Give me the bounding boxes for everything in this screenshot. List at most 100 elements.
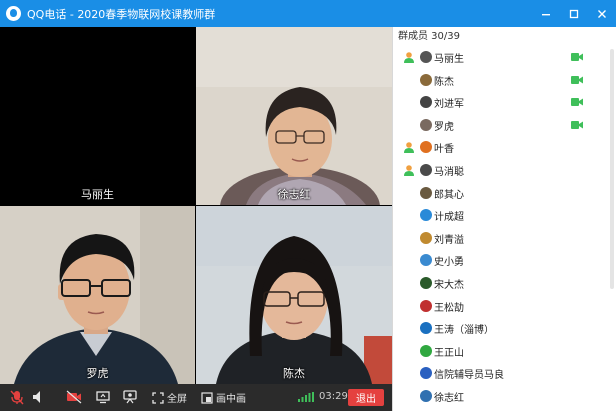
member-row[interactable]: 王松劼 [393,295,616,318]
call-toolbar: 全屏 画中画 03:29 退出 [0,384,392,411]
avatar [420,299,432,312]
avatar [420,163,432,176]
admin-badge-icon [404,142,414,154]
camera-toggle-button[interactable] [66,390,82,404]
title-separator: - [69,7,74,21]
window-controls [532,0,616,27]
picture-in-picture-button[interactable]: 画中画 [201,390,246,405]
app-name: QQ电话 [27,7,67,21]
camera-on-icon [571,120,583,129]
avatar [420,344,432,357]
video-tile-4[interactable]: 陈杰 [196,206,392,384]
member-row[interactable]: 信院辅导员马良 [393,362,616,385]
member-count: 群成员 30/39 [398,31,460,42]
close-icon [598,9,606,18]
admin-badge-icon [404,52,414,63]
member-row[interactable]: 史小勇 [393,249,616,272]
participant-name: 马丽生 [81,188,114,201]
participant-name: 徐志红 [277,188,311,201]
camera-on-icon [571,53,583,61]
camera-on-icon [571,75,583,84]
speaker-button[interactable] [32,390,44,404]
member-name: 史小勇 [434,257,464,269]
member-name: 计成超 [434,212,464,224]
video-tile-2[interactable]: 徐志红 [196,27,392,205]
presenter-icon [123,390,137,404]
fullscreen-label: 全屏 [167,394,187,405]
camera-off-icon [66,390,82,404]
member-name: 叶香 [434,144,454,156]
member-row[interactable]: 刘青溢 [393,227,616,250]
avatar [420,51,432,63]
minimize-button[interactable] [532,0,560,27]
video-tile-3[interactable]: 罗虎 [0,206,195,384]
pip-label: 画中画 [216,394,246,405]
member-name: 马消聪 [434,166,464,178]
avatar [420,141,432,154]
avatar [420,367,432,380]
participant-video [196,27,392,205]
avatar [420,209,432,222]
member-row[interactable]: 马丽生 [393,46,616,69]
call-timer: 03:29 [319,391,348,402]
screen-share-icon [96,391,110,404]
member-name: 刘青溢 [434,234,464,246]
exit-call-button[interactable]: 退出 [348,389,384,406]
member-row[interactable]: 罗虎 [393,114,616,137]
screen-share-button[interactable] [96,390,110,404]
avatar [420,389,432,402]
avatar [420,73,432,86]
member-name: 王正山 [434,347,464,359]
close-button[interactable] [588,0,616,27]
admin-badge-icon [404,165,414,176]
member-list: 马丽生陈杰刘进军罗虎叶香马消聪郎其心计成超刘青溢史小勇宋大杰王松劼王涛（淄博） 王… [393,46,616,408]
minimize-icon [542,13,550,15]
member-name: 罗虎 [434,121,454,133]
member-name: 宋大杰 [434,279,464,291]
speaker-icon [33,391,40,403]
member-name: 王松劼 [434,302,464,314]
participant-video [0,206,195,384]
member-panel: 群成员 30/39 马丽生陈杰刘进军罗虎叶香马消聪郎其心计成超刘青溢史小勇宋大杰… [392,27,616,411]
participant-name: 罗虎 [86,367,109,380]
member-row[interactable]: 陈杰 [393,69,616,92]
member-row[interactable]: 郎其心 [393,182,616,205]
mic-toggle-button[interactable] [10,390,24,405]
participant-name: 陈杰 [283,367,305,380]
avatar [420,276,432,289]
member-name: 刘进军 [434,99,464,111]
avatar [420,118,432,131]
qq-logo-icon [6,6,21,21]
mic-muted-icon [10,390,24,405]
maximize-icon [569,9,579,18]
member-row[interactable]: 王正山 [393,340,616,363]
member-row[interactable]: 徐志红 [393,385,616,408]
member-name: 马丽生 [434,54,464,65]
avatar [420,96,432,109]
member-row[interactable]: 刘进军 [393,91,616,114]
maximize-button[interactable] [560,0,588,27]
picture-in-picture-icon [201,391,213,404]
member-name: 信院辅导员马良 [434,370,504,382]
member-name: 徐志红 [434,392,464,404]
member-name: 王涛（淄博） [434,325,494,337]
member-row[interactable]: 王涛（淄博） [393,317,616,340]
member-name: 陈杰 [434,76,454,88]
member-row[interactable]: 宋大杰 [393,272,616,295]
signal-icon [298,392,314,402]
avatar [420,186,432,199]
member-row[interactable]: 叶香 [393,136,616,159]
member-name: 郎其心 [434,189,464,201]
avatar [420,322,432,335]
participant-video [196,206,392,384]
window-title: QQ电话 - 2020春季物联网校课教师群 [27,6,215,22]
video-grid: 马丽生 徐志红 罗虎 陈杰 [0,27,392,384]
avatar [420,254,432,267]
member-row[interactable]: 马消聪 [393,159,616,182]
presenter-button[interactable] [123,390,137,404]
fullscreen-button[interactable]: 全屏 [152,390,187,405]
camera-on-icon [571,98,583,107]
member-row[interactable]: 计成超 [393,204,616,227]
member-list-scrollbar[interactable] [610,49,614,289]
video-tile-1[interactable]: 马丽生 [0,27,195,205]
